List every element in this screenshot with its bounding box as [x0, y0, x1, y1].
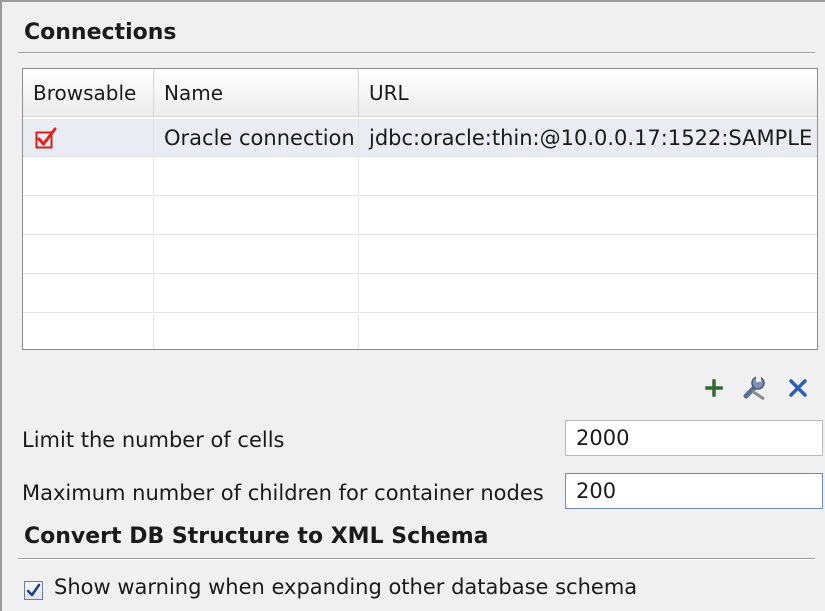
connections-table[interactable]: Browsable Name URL Oracle connection jdb… — [22, 68, 818, 350]
delete-connection-button[interactable] — [784, 374, 812, 402]
column-header-name[interactable]: Name — [154, 69, 359, 117]
empty-cell — [23, 197, 154, 235]
checkmark-icon — [26, 583, 41, 597]
limit-cells-label: Limit the number of cells — [22, 428, 285, 452]
browsable-cell[interactable] — [23, 119, 154, 157]
empty-cell — [23, 236, 154, 274]
convert-separator — [18, 558, 815, 560]
table-row — [23, 158, 817, 196]
edit-connection-button[interactable] — [740, 374, 768, 402]
empty-cell — [359, 236, 817, 274]
empty-cell — [154, 158, 359, 196]
show-warning-label[interactable]: Show warning when expanding other databa… — [54, 575, 637, 599]
add-connection-button[interactable] — [700, 374, 728, 402]
limit-cells-input[interactable] — [565, 420, 823, 456]
wrench-icon — [743, 376, 765, 401]
connection-name-cell[interactable]: Oracle connection — [154, 119, 359, 157]
empty-cell — [23, 314, 154, 349]
empty-cell — [154, 275, 359, 313]
plus-icon — [705, 379, 723, 397]
max-children-input[interactable] — [565, 473, 823, 509]
table-row — [23, 197, 817, 235]
empty-cell — [23, 158, 154, 196]
browsable-checkbox-checked-icon[interactable] — [35, 127, 57, 149]
connection-url-cell[interactable]: jdbc:oracle:thin:@10.0.0.17:1522:SAMPLE — [359, 119, 817, 157]
table-row — [23, 275, 817, 313]
empty-cell — [359, 197, 817, 235]
max-children-label: Maximum number of children for container… — [22, 481, 544, 505]
column-header-url[interactable]: URL — [359, 69, 817, 117]
column-header-browsable[interactable]: Browsable — [23, 69, 154, 117]
table-row — [23, 236, 817, 274]
empty-cell — [359, 158, 817, 196]
empty-cell — [359, 275, 817, 313]
preferences-panel: Connections Browsable Name URL Oracle co… — [0, 0, 825, 611]
close-icon — [789, 379, 807, 397]
empty-cell — [154, 197, 359, 235]
empty-cell — [23, 275, 154, 313]
convert-section-title: Convert DB Structure to XML Schema — [24, 524, 489, 549]
table-row[interactable]: Oracle connection jdbc:oracle:thin:@10.0… — [23, 119, 817, 157]
show-warning-checkbox[interactable] — [24, 581, 43, 600]
empty-cell — [154, 236, 359, 274]
table-header: Browsable Name URL — [23, 69, 817, 117]
table-row — [23, 314, 817, 349]
empty-cell — [359, 314, 817, 349]
connections-title: Connections — [24, 20, 177, 45]
connections-separator — [18, 52, 815, 54]
empty-cell — [154, 314, 359, 349]
